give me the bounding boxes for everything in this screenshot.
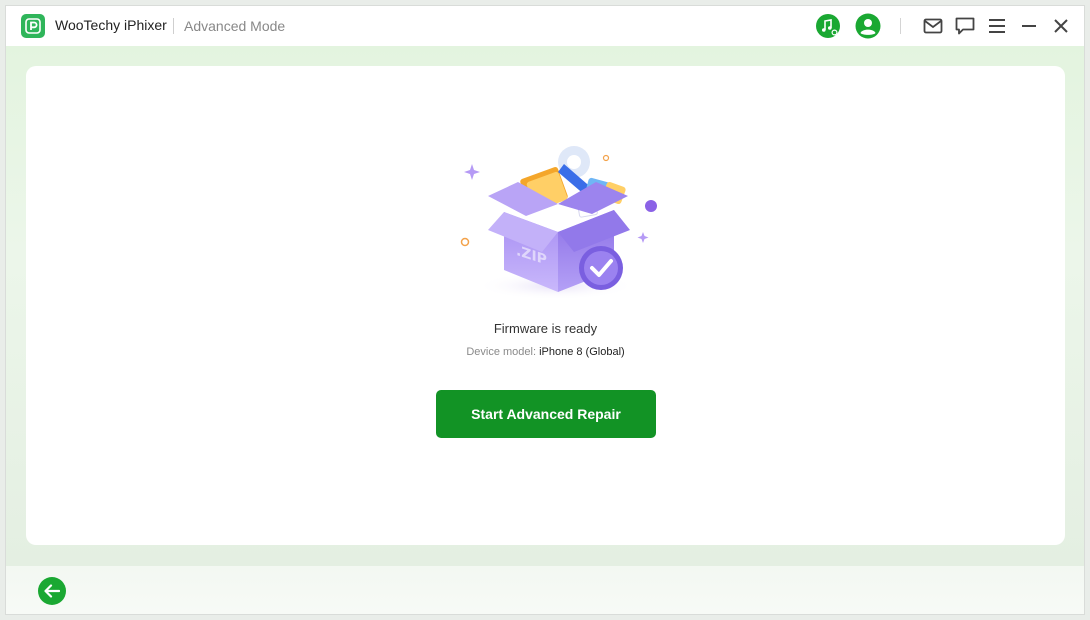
- app-name: WooTechy iPhixer: [55, 17, 167, 33]
- close-icon[interactable]: [1047, 12, 1075, 40]
- title-divider: [173, 18, 174, 34]
- menu-icon[interactable]: [983, 12, 1011, 40]
- device-model-line: Device model: iPhone 8 (Global): [26, 346, 1065, 358]
- app-window: WooTechy iPhixer Advanced Mode .ZIP Firm…: [5, 5, 1085, 615]
- feedback-icon[interactable]: [951, 12, 979, 40]
- title-bar: WooTechy iPhixer Advanced Mode: [6, 6, 1084, 46]
- back-arrow-icon[interactable]: [38, 577, 66, 605]
- device-model-value: iPhone 8 (Global): [539, 346, 625, 358]
- music-search-icon[interactable]: [814, 12, 842, 40]
- app-logo-icon: [21, 14, 45, 38]
- firmware-card: .ZIP Firmware is ready Device model: iPh…: [26, 66, 1065, 545]
- content-area: .ZIP Firmware is ready Device model: iPh…: [6, 46, 1084, 566]
- firmware-status: Firmware is ready: [493, 321, 598, 336]
- toolbar-divider: [900, 18, 901, 34]
- mail-icon[interactable]: [919, 12, 947, 40]
- start-advanced-repair-button[interactable]: Start Advanced Repair: [436, 390, 656, 438]
- mode-label: Advanced Mode: [184, 18, 286, 34]
- device-model-label: Device model:: [466, 346, 537, 358]
- user-account-icon[interactable]: [854, 12, 882, 40]
- bottom-bar: [6, 566, 1084, 614]
- zip-firmware-box-illustration: .ZIP: [460, 146, 657, 300]
- minimize-icon[interactable]: [1015, 12, 1043, 40]
